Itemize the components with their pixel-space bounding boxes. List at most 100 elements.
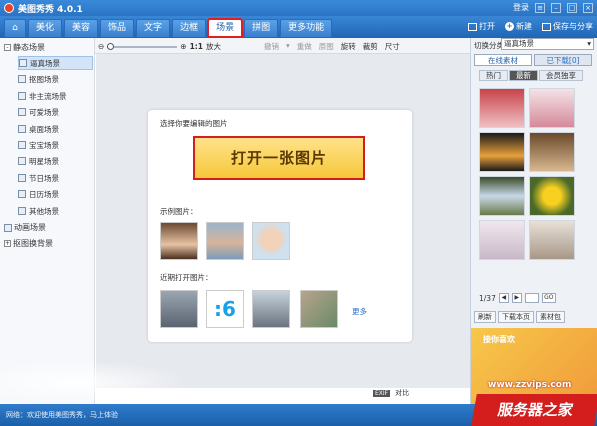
scene-item-star[interactable]: 明星场景 <box>18 154 93 168</box>
go-button[interactable]: GO <box>541 293 556 303</box>
material-thumb[interactable] <box>529 220 575 260</box>
scene-item-baby[interactable]: 宝宝场景 <box>18 138 93 152</box>
resize-button[interactable]: 尺寸 <box>385 41 400 52</box>
tab-home[interactable]: ⌂ <box>4 19 26 37</box>
category-cutout-bg[interactable]: + 抠图换背景 <box>4 238 53 249</box>
rotate-button[interactable]: 旋转 <box>341 41 356 52</box>
scene-item-realistic[interactable]: 逼真场景 <box>18 56 93 70</box>
scene-item-cutout[interactable]: 抠图场景 <box>18 72 93 86</box>
material-thumb[interactable] <box>529 176 575 216</box>
expand-icon: + <box>4 240 11 247</box>
login-link[interactable]: 登录 <box>513 2 529 13</box>
category-label: 动画场景 <box>14 223 46 232</box>
zoom-out-icon[interactable]: ⊖ <box>98 42 104 51</box>
tab-beauty[interactable]: 美容 <box>64 19 99 37</box>
scene-item-holiday[interactable]: 节日场景 <box>18 171 93 185</box>
tab-beautify[interactable]: 美化 <box>28 19 63 37</box>
scene-item-other[interactable]: 其他场景 <box>18 204 93 218</box>
page-indicator: 1/37 <box>479 293 496 303</box>
recent-image-thumb[interactable] <box>300 290 338 328</box>
tab-collage[interactable]: 拼图 <box>244 19 279 37</box>
zoom-slider[interactable] <box>107 42 178 50</box>
sample-image-thumb[interactable] <box>252 222 290 260</box>
prev-page-icon[interactable]: ◀ <box>498 293 509 303</box>
page-input[interactable] <box>524 293 539 303</box>
material-thumb[interactable] <box>479 132 525 172</box>
canvas-bottom-tools: EXIF 对比 <box>373 388 409 398</box>
tab-text[interactable]: 文字 <box>136 19 171 37</box>
category-static[interactable]: - 静态场景 <box>4 42 45 53</box>
tab-more[interactable]: 更多功能 <box>280 19 333 37</box>
scene-item-alt[interactable]: 非主流场景 <box>18 89 93 103</box>
material-thumb[interactable] <box>529 88 575 128</box>
open-image-button[interactable]: 打开一张图片 <box>193 136 365 180</box>
scene-item-desktop[interactable]: 桌面场景 <box>18 122 93 136</box>
menu-icon[interactable]: ≡ <box>535 2 545 13</box>
animation-icon <box>4 223 12 232</box>
tab-downloaded[interactable]: 已下载[0] <box>534 54 592 66</box>
tab-scene[interactable]: 场景 <box>207 18 244 38</box>
close-icon[interactable]: × <box>583 2 593 13</box>
scene-item-cute[interactable]: 可爱场景 <box>18 105 93 119</box>
category-select[interactable]: 逼真场景 ▾ <box>501 38 594 50</box>
sample-image-thumb[interactable] <box>206 222 244 260</box>
original-button[interactable]: 原图 <box>319 41 334 52</box>
minimize-icon[interactable]: – <box>551 2 561 13</box>
next-page-icon[interactable]: ▶ <box>511 293 522 303</box>
material-thumb[interactable] <box>479 176 525 216</box>
plus-icon: + <box>505 22 514 31</box>
more-link[interactable]: 更多 <box>352 306 367 317</box>
subtab-hot[interactable]: 热门 <box>479 70 508 81</box>
material-pack-button[interactable]: 素材包 <box>536 311 565 323</box>
tab-online-materials[interactable]: 在线素材 <box>474 54 532 66</box>
scene-item-label: 桌面场景 <box>29 124 59 134</box>
zoom-ratio[interactable]: 1:1 <box>190 42 203 51</box>
exif-button[interactable]: EXIF <box>373 389 391 397</box>
material-thumb[interactable] <box>479 88 525 128</box>
download-page-button[interactable]: 下载本页 <box>498 311 534 323</box>
maximize-icon[interactable]: □ <box>567 2 577 13</box>
watermark-logo: 服务器之家 <box>471 394 597 426</box>
sample-image-thumb[interactable] <box>160 222 198 260</box>
enlarge-button[interactable]: 放大 <box>206 41 221 52</box>
scene-item-label: 抠图场景 <box>29 74 59 84</box>
scene-item-label: 明星场景 <box>29 156 59 166</box>
zoom-slider-knob[interactable] <box>107 42 115 50</box>
recent-image-thumb[interactable] <box>252 290 290 328</box>
redo-button[interactable]: 重做 <box>297 41 312 52</box>
category-animated[interactable]: 动画场景 <box>4 222 46 233</box>
status-text: 网络：欢迎使用美图秀秀，马上体验 <box>6 411 118 419</box>
app-logo-icon <box>4 3 14 13</box>
save-action[interactable]: 保存与分享 <box>542 21 593 32</box>
scene-icon <box>18 174 26 182</box>
nav-tabs: ⌂ 美化 美容 饰品 文字 边框 场景 拼图 更多功能 <box>4 18 333 38</box>
scene-icon <box>18 108 26 116</box>
material-thumb[interactable] <box>529 132 575 172</box>
scene-item-label: 日历场景 <box>29 189 59 199</box>
new-action[interactable]: + 新建 <box>505 21 532 32</box>
refresh-button[interactable]: 刷新 <box>474 311 496 323</box>
edit-tools: 撤销 ▾ 重做 原图 旋转 裁剪 尺寸 <box>264 41 400 52</box>
scene-item-label: 节日场景 <box>29 173 59 183</box>
open-label: 打开 <box>479 22 495 31</box>
scene-icon <box>18 157 26 165</box>
crop-button[interactable]: 裁剪 <box>363 41 378 52</box>
scene-icon <box>18 141 26 149</box>
recent-image-thumb[interactable]: :6 <box>206 290 244 328</box>
open-action[interactable]: 打开 <box>468 21 495 32</box>
tab-accessories[interactable]: 饰品 <box>100 19 135 37</box>
material-thumb[interactable] <box>479 220 525 260</box>
undo-dropdown-icon[interactable]: ▾ <box>286 41 290 52</box>
watermark-url: www.zzvips.com <box>488 380 572 390</box>
subtab-new[interactable]: 最新 <box>509 70 538 81</box>
subtab-vip[interactable]: 会员独享 <box>539 70 583 81</box>
folder-icon <box>468 22 477 31</box>
scene-item-calendar[interactable]: 日历场景 <box>18 187 93 201</box>
tab-frame[interactable]: 边框 <box>172 19 207 37</box>
compare-button[interactable]: 对比 <box>395 388 409 398</box>
home-icon: ⌂ <box>12 23 18 33</box>
zoom-in-icon[interactable]: ⊕ <box>180 42 186 51</box>
sample-images-label: 示例图片： <box>160 207 198 216</box>
recent-image-thumb[interactable] <box>160 290 198 328</box>
undo-button[interactable]: 撤销 <box>264 41 279 52</box>
